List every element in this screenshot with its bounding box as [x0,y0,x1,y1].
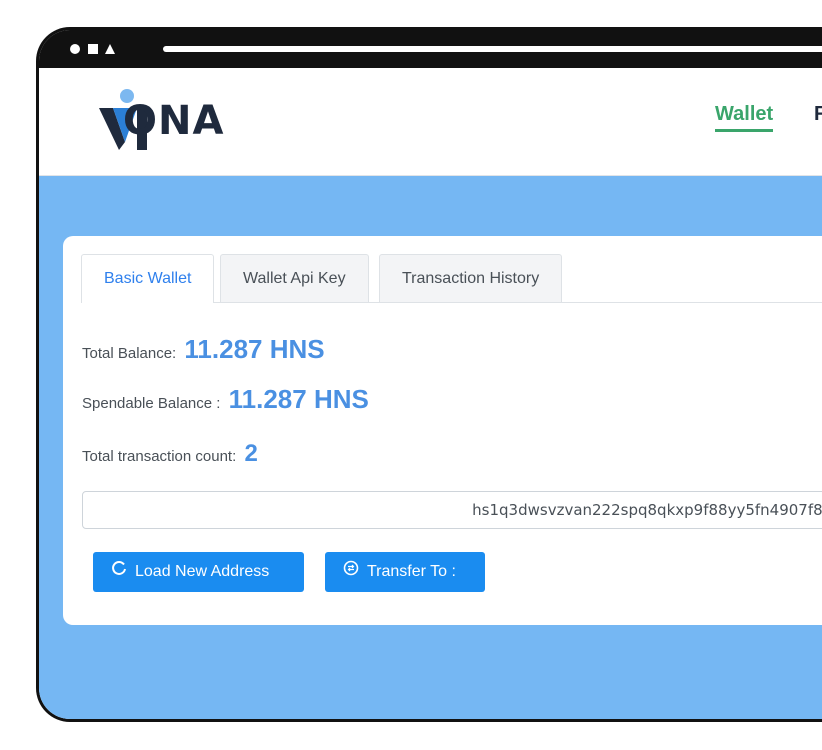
wallet-card: Basic Wallet Wallet Api Key Transaction … [63,236,822,625]
address-bar[interactable] [163,46,822,52]
wallet-tabs: Basic Wallet Wallet Api Key Transaction … [81,254,822,303]
transfer-to-button[interactable]: Transfer To : [325,552,485,592]
spendable-balance-label: Spendable Balance : [82,395,221,412]
tab-basic-wallet[interactable]: Basic Wallet [81,254,215,303]
tx-count-row: Total transaction count: 2 [82,440,258,468]
spendable-balance-row: Spendable Balance : 11.287 HNS [82,384,369,415]
refresh-icon [111,552,127,592]
transfer-to-label: Transfer To : [367,563,456,581]
nav-item-truncated[interactable]: F [814,103,822,126]
navbar: ONA Wallet F [39,68,822,176]
total-balance-row: Total Balance: 11.287 HNS [82,334,325,365]
nav-wallet[interactable]: Wallet [715,103,774,132]
total-balance-label: Total Balance: [82,345,177,362]
load-new-address-label: Load New Address [135,563,270,581]
mona-logo[interactable]: ONA [99,84,289,154]
exchange-icon [343,552,359,592]
hero-background: Basic Wallet Wallet Api Key Transaction … [39,176,822,719]
tab-wallet-api-key[interactable]: Wallet Api Key [220,254,369,302]
tx-count-value: 2 [244,440,258,467]
triangle-icon [105,44,115,54]
tx-count-label: Total transaction count: [82,448,237,465]
wallet-address-field[interactable]: hs1q3dwsvzvan222spq8qkxp9f88yy5fn4907f85… [82,491,822,529]
square-icon [88,44,98,54]
logo-text: ONA [123,98,225,144]
circle-icon [70,44,80,54]
browser-window: ONA Wallet F Basic Wallet Wallet Api Key… [36,27,822,722]
spendable-balance-value: 11.287 HNS [228,384,369,414]
load-new-address-button[interactable]: Load New Address [93,552,304,592]
total-balance-value: 11.287 HNS [184,334,325,364]
tab-transaction-history[interactable]: Transaction History [379,254,563,302]
browser-titlebar [39,30,822,68]
